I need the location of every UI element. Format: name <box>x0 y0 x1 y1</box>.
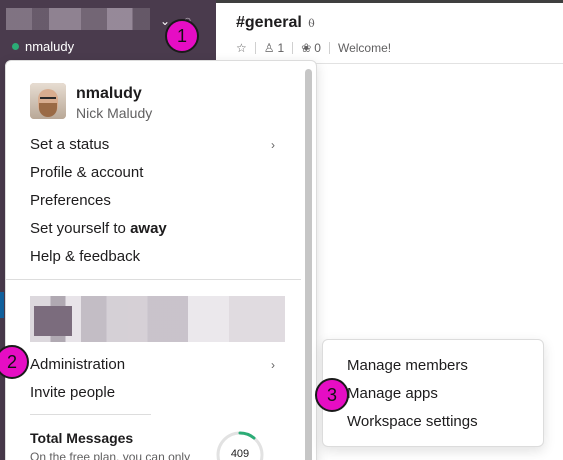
menu-item-help-feedback[interactable]: Help & feedback <box>30 247 275 267</box>
menu-divider <box>6 279 301 280</box>
menu-divider-short <box>30 414 151 415</box>
channel-title[interactable]: #general <box>236 14 302 32</box>
submenu-item-workspace-settings[interactable]: Workspace settings <box>347 412 478 432</box>
meta-separator <box>292 42 294 54</box>
workspace-name-redacted <box>6 8 150 30</box>
channel-meta: ☆ ♙ 1 ❀ 0 Welcome! <box>236 41 391 55</box>
menu-item-label: Profile & account <box>30 164 144 181</box>
submenu-item-manage-members[interactable]: Manage members <box>347 356 468 376</box>
workspace-info-redacted[interactable] <box>30 296 285 342</box>
profile-real-name: Nick Maludy <box>76 105 153 121</box>
channel-header: #general ⍬ ☆ ♙ 1 ❀ 0 Welcome! <box>216 0 563 64</box>
channel-title-row: #general ⍬ <box>236 14 315 32</box>
person-icon: ♙ <box>263 41 275 55</box>
message-count-value: 409 <box>230 448 250 460</box>
total-messages-title: Total Messages <box>30 430 134 446</box>
menu-item-label: Set a status <box>30 136 110 153</box>
menu-item-preferences[interactable]: Preferences <box>30 191 275 211</box>
total-messages-subtitle: On the free plan, you can only <box>30 450 191 460</box>
current-username: nmaludy <box>25 39 75 54</box>
annotation-badge-1: 1 <box>165 19 199 53</box>
presence-dot <box>12 43 19 50</box>
menu-item-label: Set yourself to <box>30 220 131 237</box>
members-count-value: 1 <box>277 41 285 55</box>
menu-item-invite-people[interactable]: Invite people <box>30 383 275 403</box>
sidebar-active-indicator <box>0 292 4 318</box>
members-count[interactable]: ♙ 1 <box>264 41 284 55</box>
submenu-item-manage-apps[interactable]: Manage apps <box>347 384 438 404</box>
star-icon[interactable]: ☆ <box>236 41 247 55</box>
pins-count[interactable]: ❀ 0 <box>301 41 321 55</box>
administration-submenu: Manage members Manage apps Workspace set… <box>322 339 544 447</box>
profile-display-name: nmaludy <box>76 85 142 102</box>
meta-separator <box>328 42 330 54</box>
menu-scrollbar[interactable] <box>305 69 312 460</box>
menu-item-set-away[interactable]: Set yourself to away <box>30 219 275 239</box>
menu-item-label: Help & feedback <box>30 248 141 265</box>
total-messages: Total Messages On the free plan, you can… <box>30 430 220 460</box>
pin-icon: ❀ <box>301 41 312 55</box>
menu-item-label: Invite people <box>30 384 116 401</box>
menu-item-administration[interactable]: Administration › <box>30 355 275 375</box>
menu-item-profile-account[interactable]: Profile & account <box>30 163 275 183</box>
workspace-menu: nmaludy Nick Maludy Set a status › Profi… <box>5 60 317 460</box>
current-user: nmaludy <box>12 39 74 54</box>
menu-item-set-status[interactable]: Set a status › <box>30 135 275 155</box>
avatar <box>30 83 66 119</box>
profile-names: nmaludy Nick Maludy <box>76 83 152 121</box>
menu-item-label-bold: away <box>130 220 167 237</box>
channel-topic[interactable]: Welcome! <box>338 41 391 55</box>
profile-header[interactable]: nmaludy Nick Maludy <box>30 83 152 121</box>
menu-item-label: Preferences <box>30 192 111 209</box>
annotation-badge-3: 3 <box>315 378 349 412</box>
chevron-right-icon: › <box>271 358 275 372</box>
pins-count-value: 0 <box>314 41 321 55</box>
menu-item-label: Administration <box>30 356 126 373</box>
chevron-right-icon: › <box>271 138 275 152</box>
meta-separator <box>254 42 256 54</box>
muted-bell-icon[interactable]: ⍬ <box>308 16 315 31</box>
